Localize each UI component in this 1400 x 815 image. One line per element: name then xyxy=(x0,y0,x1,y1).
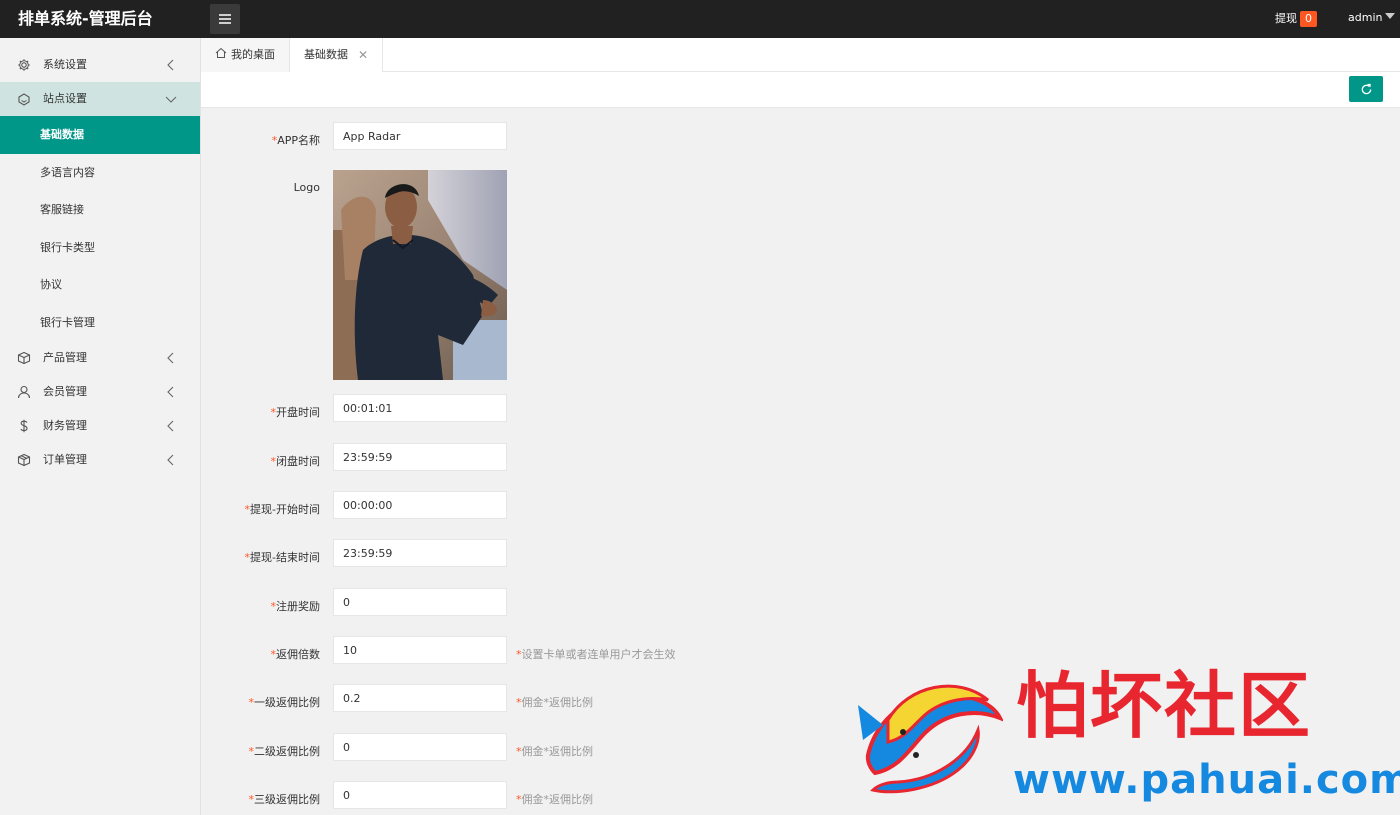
rebate-level2-input[interactable] xyxy=(333,733,507,761)
tab-label: 我的桌面 xyxy=(231,48,275,61)
sidebar-item-system-settings[interactable]: 系统设置 xyxy=(0,48,200,82)
toolbar xyxy=(201,72,1400,108)
withdraw-end-input[interactable] xyxy=(333,539,507,567)
sidebar-item-label: 会员管理 xyxy=(43,385,87,398)
site-icon xyxy=(17,92,31,106)
sidebar-subitem-basic-data[interactable]: 基础数据 xyxy=(0,116,200,154)
dollar-icon xyxy=(17,419,31,433)
user-menu[interactable]: admin xyxy=(1348,0,1396,36)
sidebar-item-finance[interactable]: 财务管理 xyxy=(0,409,200,443)
tab-home[interactable]: 我的桌面 xyxy=(201,38,290,72)
close-time-input[interactable] xyxy=(333,443,507,471)
watermark: 怕坏社区 www.pahuai.com xyxy=(848,660,1400,810)
rebate-level1-label: *一级返佣比例 xyxy=(248,696,321,709)
logo-image[interactable] xyxy=(333,170,507,380)
tab-bar: 我的桌面 基础数据 ✕ xyxy=(201,38,1400,72)
chevron-left-icon xyxy=(165,454,177,466)
app-name-label: *APP名称 xyxy=(271,134,320,147)
withdraw-count-badge: 0 xyxy=(1300,11,1317,27)
sidebar-subitem-agreement[interactable]: 协议 xyxy=(0,266,200,304)
sidebar-item-label: 订单管理 xyxy=(43,453,87,466)
sidebar-item-orders[interactable]: 订单管理 xyxy=(0,443,200,477)
home-icon xyxy=(215,47,227,58)
chevron-left-icon xyxy=(165,386,177,398)
logo-photo xyxy=(333,170,507,380)
chevron-left-icon xyxy=(165,352,177,364)
withdraw-start-label: *提现-开始时间 xyxy=(244,503,320,516)
watermark-text: 怕坏社区 xyxy=(1016,664,1313,748)
app-title: 排单系统-管理后台 xyxy=(18,9,153,28)
logo-label: Logo xyxy=(293,181,320,194)
sidebar-subitem-bank-card-type[interactable]: 银行卡类型 xyxy=(0,229,200,267)
rebate-level1-input[interactable] xyxy=(333,684,507,712)
tab-basic-data[interactable]: 基础数据 ✕ xyxy=(290,38,383,72)
withdraw-start-input[interactable] xyxy=(333,491,507,519)
withdraw-end-label: *提现-结束时间 xyxy=(244,551,320,564)
sidebar-item-label: 站点设置 xyxy=(43,92,87,105)
withdraw-link[interactable]: 提现 0 xyxy=(1275,0,1317,38)
refresh-button[interactable] xyxy=(1349,76,1383,102)
caret-down-icon xyxy=(1385,13,1396,19)
sidebar-item-label: 财务管理 xyxy=(43,419,87,432)
rebate-level2-label: *二级返佣比例 xyxy=(248,745,321,758)
app-name-input[interactable] xyxy=(333,122,507,150)
chevron-left-icon xyxy=(165,420,177,432)
menu-toggle-button[interactable] xyxy=(210,4,240,34)
username: admin xyxy=(1348,11,1383,24)
top-header: 排单系统-管理后台 提现 0 admin xyxy=(0,0,1400,38)
sidebar-item-label: 系统设置 xyxy=(43,58,87,71)
rebate-level2-hint: *佣金*返佣比例 xyxy=(516,745,593,758)
box-icon xyxy=(17,351,31,365)
register-reward-label: *注册奖励 xyxy=(270,600,321,613)
watermark-url: www.pahuai.com xyxy=(1013,757,1400,803)
withdraw-label: 提现 xyxy=(1275,12,1297,25)
rebate-level3-label: *三级返佣比例 xyxy=(248,793,321,806)
close-icon[interactable]: ✕ xyxy=(358,38,368,72)
sidebar-subitem-service-link[interactable]: 客服链接 xyxy=(0,191,200,229)
chevron-left-icon xyxy=(165,59,177,71)
gear-icon xyxy=(17,58,31,72)
open-time-label: *开盘时间 xyxy=(270,406,321,419)
fish-logo-icon xyxy=(858,684,1003,794)
rebate-level3-input[interactable] xyxy=(333,781,507,809)
close-time-label: *闭盘时间 xyxy=(270,455,321,468)
rebate-level1-hint: *佣金*返佣比例 xyxy=(516,696,593,709)
hamburger-icon xyxy=(219,14,231,24)
sidebar-item-members[interactable]: 会员管理 xyxy=(0,375,200,409)
rebate-level3-hint: *佣金*返佣比例 xyxy=(516,793,593,806)
rebate-multiple-label: *返佣倍数 xyxy=(270,648,321,661)
package-icon xyxy=(17,453,31,467)
sidebar-item-label: 产品管理 xyxy=(43,351,87,364)
sidebar-item-site-settings[interactable]: 站点设置 xyxy=(0,82,200,116)
tab-label: 基础数据 xyxy=(304,48,348,61)
sidebar-subitem-bank-card-manage[interactable]: 银行卡管理 xyxy=(0,304,200,342)
rebate-multiple-hint: *设置卡单或者连单用户才会生效 xyxy=(516,648,676,661)
sidebar-item-products[interactable]: 产品管理 xyxy=(0,341,200,375)
sidebar: 系统设置 站点设置 基础数据 多语言内容 客服链接 银行卡类型 协议 银行卡管理… xyxy=(0,38,201,815)
refresh-icon xyxy=(1361,83,1371,94)
chevron-down-icon xyxy=(165,93,177,105)
open-time-input[interactable] xyxy=(333,394,507,422)
user-icon xyxy=(17,385,31,399)
sidebar-subitem-multilang[interactable]: 多语言内容 xyxy=(0,154,200,192)
rebate-multiple-input[interactable] xyxy=(333,636,507,664)
register-reward-input[interactable] xyxy=(333,588,507,616)
